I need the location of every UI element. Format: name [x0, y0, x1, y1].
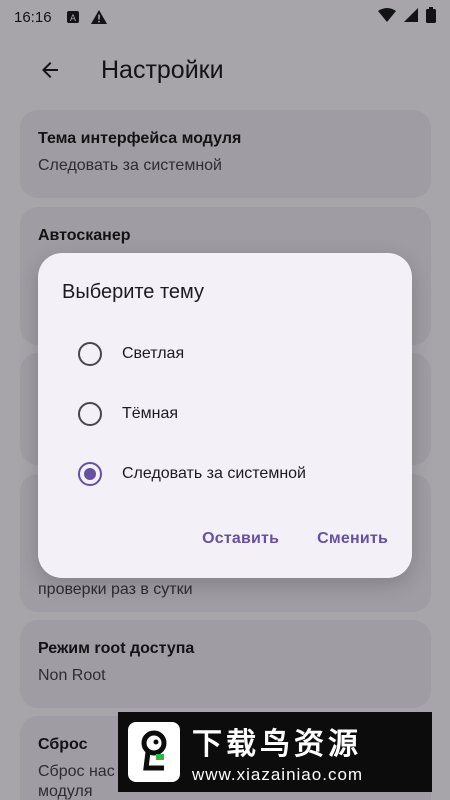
option-label: Тёмная: [122, 405, 179, 422]
confirm-button[interactable]: Сменить: [317, 530, 388, 548]
theme-option-system[interactable]: Следовать за системной: [62, 444, 388, 504]
option-label: Следовать за системной: [122, 465, 306, 482]
watermark-brand: 下载鸟资源: [192, 727, 362, 762]
watermark-banner: 下载鸟资源 www.xiazainiao.com: [118, 712, 432, 792]
radio-button[interactable]: [78, 342, 102, 366]
cancel-button[interactable]: Оставить: [202, 530, 279, 548]
radio-button-selected[interactable]: [78, 462, 102, 486]
bird-logo-icon: [128, 722, 180, 782]
watermark-url: www.xiazainiao.com: [192, 765, 364, 784]
dialog-actions: Оставить Сменить: [202, 530, 388, 548]
radio-dot: [84, 468, 96, 480]
theme-option-dark[interactable]: Тёмная: [62, 384, 388, 444]
dialog-title: Выберите тему: [62, 281, 205, 303]
option-label: Светлая: [122, 345, 185, 362]
radio-button[interactable]: [78, 402, 102, 426]
theme-dialog: Выберите тему Светлая Тёмная Следовать з…: [38, 253, 412, 578]
theme-option-light[interactable]: Светлая: [62, 324, 388, 384]
